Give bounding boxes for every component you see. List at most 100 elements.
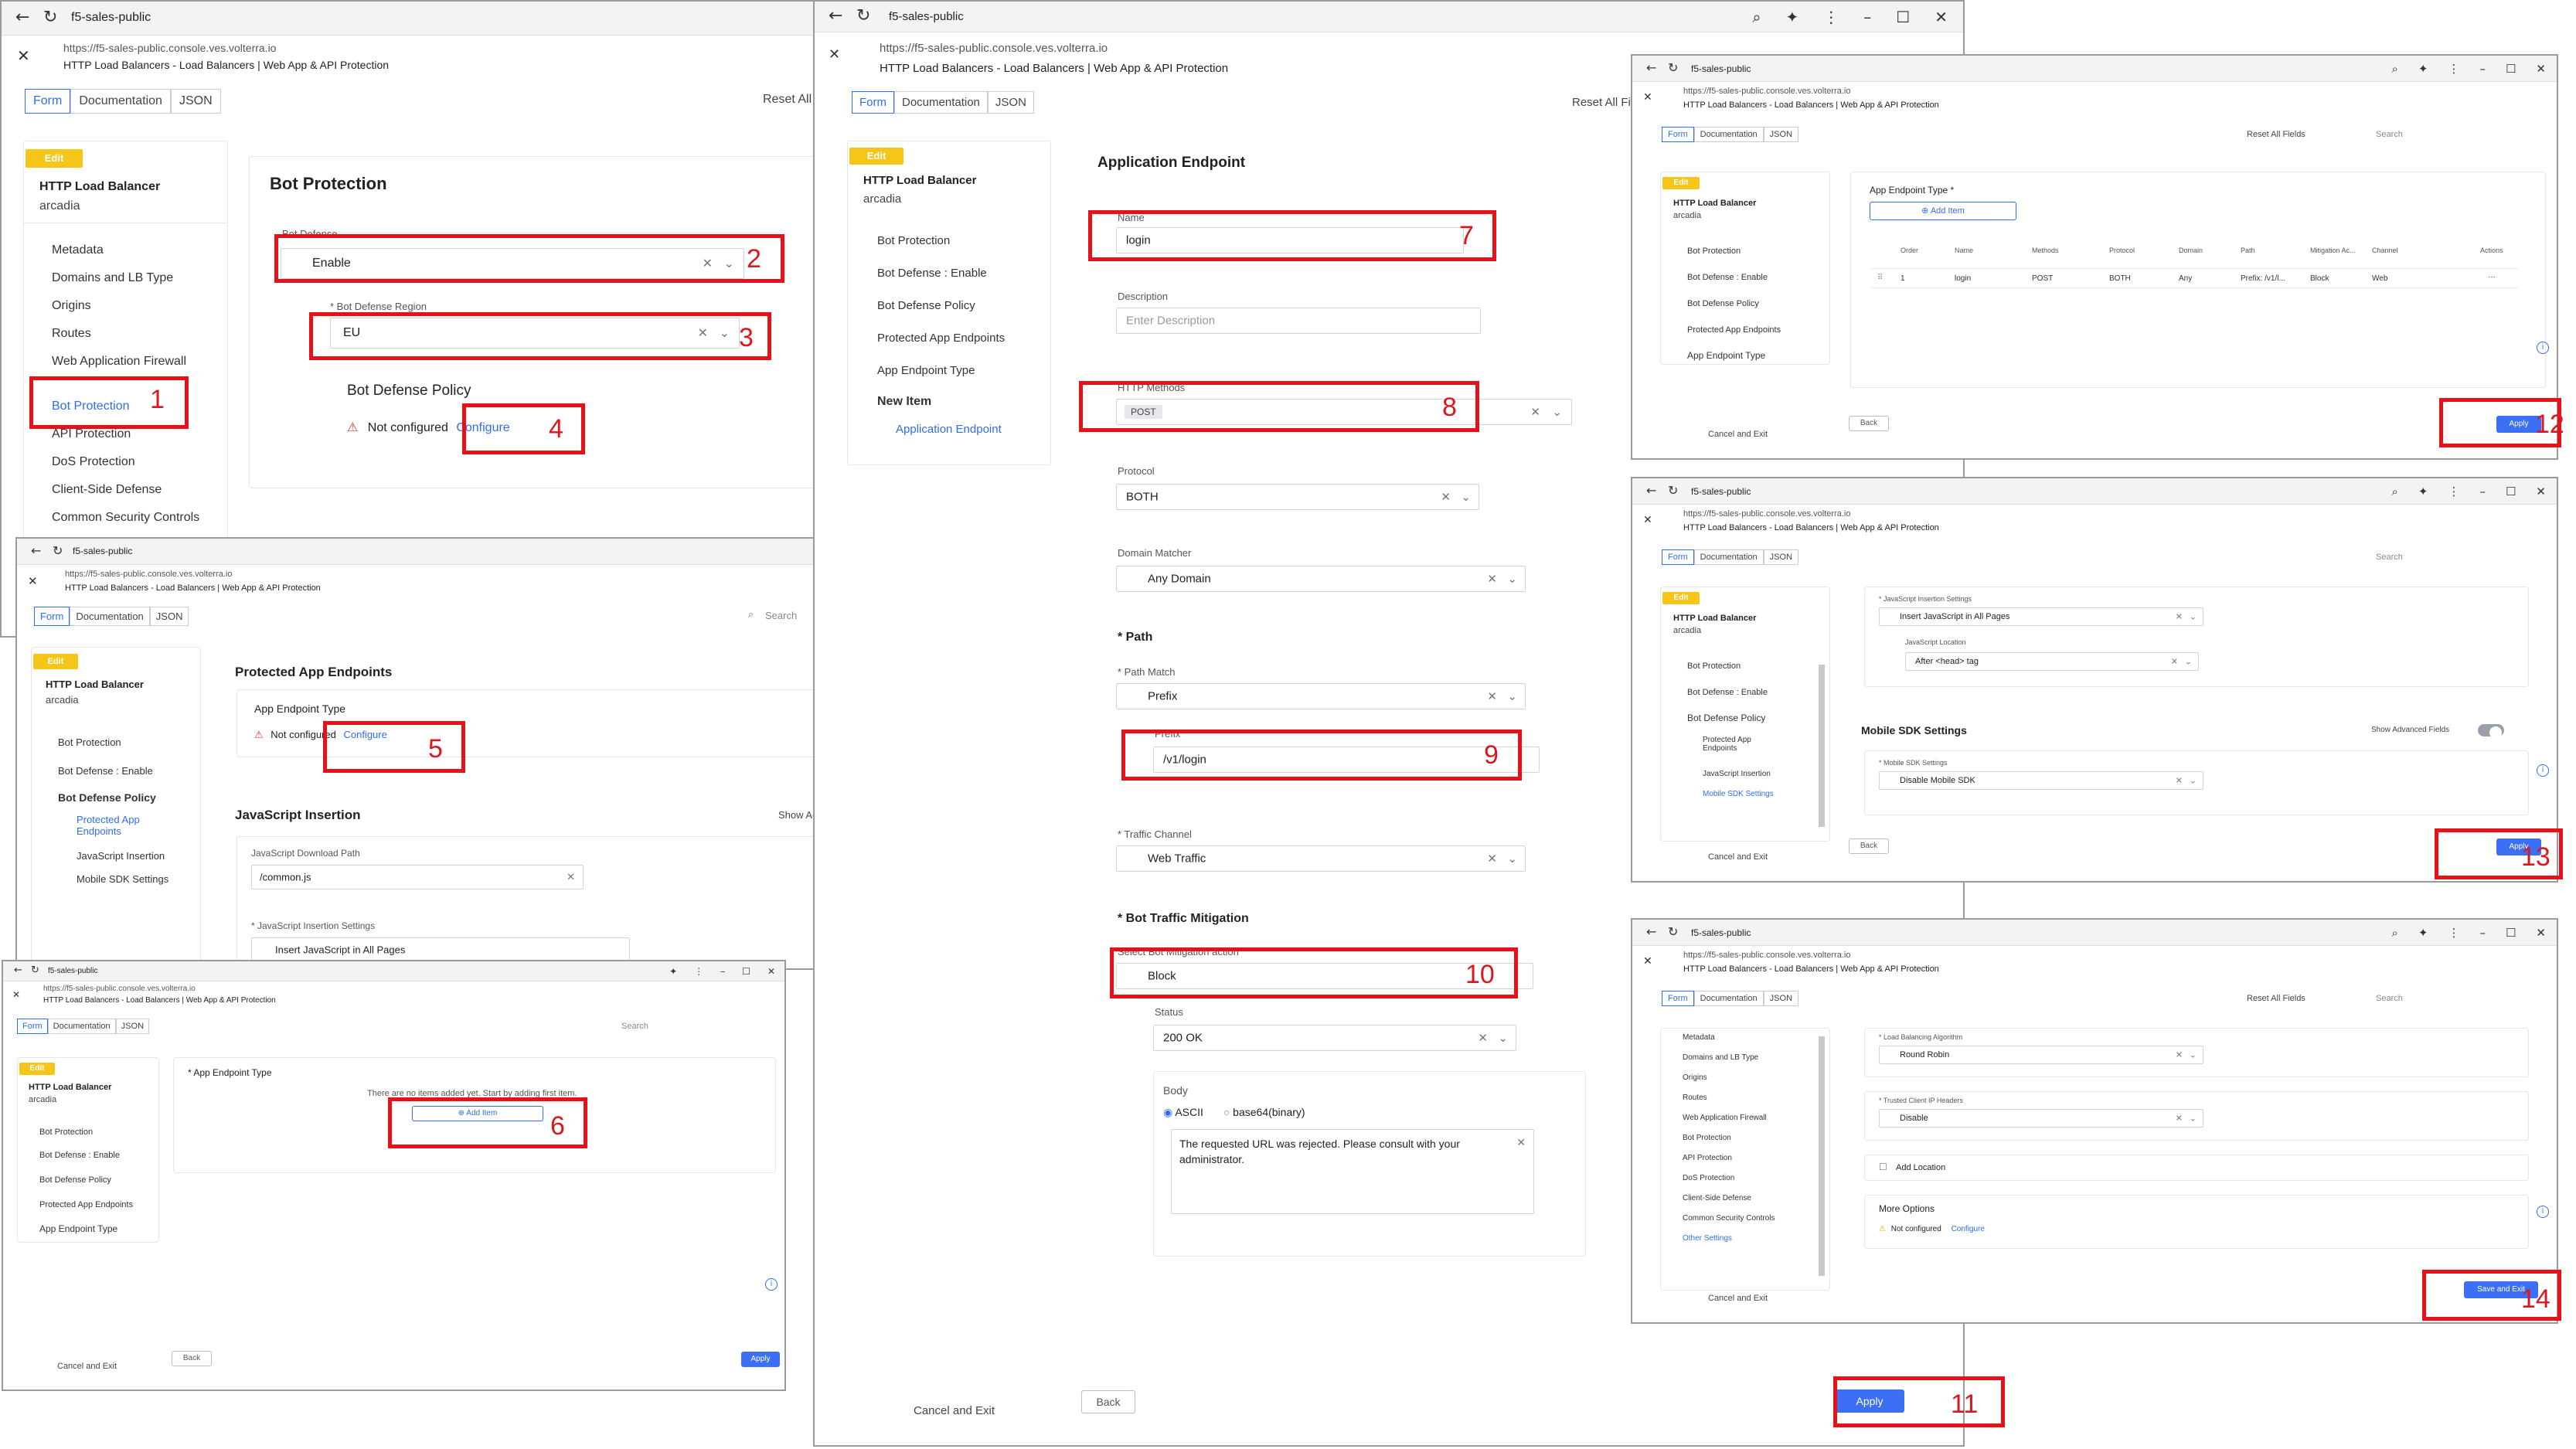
cancel-exit-button[interactable]: Cancel and Exit	[1708, 430, 1768, 439]
maximize-icon[interactable]: ☐	[1896, 8, 1910, 26]
sidebar-item-protected-endpoints[interactable]: Protected App Endpoints	[1703, 736, 1780, 753]
help-icon[interactable]: i	[2537, 1206, 2549, 1218]
chevron-down-icon[interactable]: ⌄	[720, 325, 730, 341]
tab-form[interactable]: Form	[852, 91, 894, 114]
sidebar-item-other-settings[interactable]: Other Settings	[1683, 1234, 1732, 1243]
sidebar-item-bot-defense-policy[interactable]: Bot Defense Policy	[1687, 299, 1759, 308]
chevron-down-icon[interactable]: ⌄	[1552, 405, 1562, 419]
sidebar-item-app-endpoint-type[interactable]: App Endpoint Type	[39, 1223, 117, 1234]
help-icon[interactable]: i	[2537, 764, 2549, 777]
tab-json[interactable]: JSON	[1763, 991, 1799, 1006]
sidebar-scrollbar[interactable]	[1819, 665, 1825, 827]
close-window-icon[interactable]: ✕	[2536, 926, 2546, 940]
bot-defense-select[interactable]: Enable ✕ ⌄	[281, 248, 744, 279]
search-icon[interactable]: ⌕	[2391, 926, 2397, 940]
sidebar-item-bot-defense[interactable]: Bot Defense : Enable	[58, 765, 153, 777]
maximize-icon[interactable]: ☐	[2506, 926, 2516, 940]
chevron-down-icon[interactable]: ⌄	[2190, 612, 2197, 622]
trusted-ip-select[interactable]: Disable ✕ ⌄	[1879, 1109, 2203, 1128]
sidebar-item-bot-protection[interactable]: Bot Protection	[58, 736, 121, 748]
sidebar-item-application-endpoint[interactable]: Application Endpoint	[896, 423, 1002, 436]
tab-documentation[interactable]: Documentation	[1693, 991, 1764, 1006]
back-icon[interactable]: ←	[14, 964, 22, 976]
chevron-down-icon[interactable]: ⌄	[1507, 689, 1517, 703]
sidebar-item-protected-endpoints[interactable]: Protected App Endpoints	[877, 332, 1005, 345]
sidebar-item-bot-protection[interactable]: Bot Protection	[1683, 1134, 1731, 1142]
menu-icon[interactable]: ⋮	[1823, 8, 1839, 26]
sidebar-item-bot-protection[interactable]: Bot Protection	[52, 400, 130, 413]
clear-icon[interactable]: ✕	[2176, 1050, 2183, 1060]
table-row[interactable]: ⠿ 1 login POST BOTH Any Prefix: /v1/l...…	[1870, 268, 2519, 288]
back-button[interactable]: Back	[172, 1351, 212, 1366]
chevron-down-icon[interactable]: ⌄	[2190, 776, 2197, 786]
tab-json[interactable]: JSON	[1763, 127, 1799, 142]
sidebar-item-origins[interactable]: Origins	[52, 299, 91, 313]
description-input[interactable]: Enter Description	[1116, 308, 1481, 334]
back-button[interactable]: Back	[1849, 416, 1889, 431]
url-text[interactable]: https://f5-sales-public.console.ves.volt…	[880, 42, 1108, 55]
tab-form[interactable]: Form	[1662, 127, 1694, 142]
sidebar-item-bot-defense-policy[interactable]: Bot Defense Policy	[58, 791, 156, 804]
sidebar-item-client-side[interactable]: Client-Side Defense	[52, 483, 162, 497]
sidebar-item-app-endpoint-type[interactable]: App Endpoint Type	[1687, 350, 1765, 361]
js-settings-select[interactable]: Insert JavaScript in All Pages	[251, 937, 630, 962]
search-input[interactable]: Search	[621, 1022, 648, 1031]
tab-json[interactable]: JSON	[1763, 549, 1799, 565]
cancel-exit-button[interactable]: Cancel and Exit	[1708, 852, 1768, 862]
reload-icon[interactable]: ↻	[1668, 483, 1678, 498]
sidebar-item-client-side[interactable]: Client-Side Defense	[1683, 1194, 1751, 1202]
maximize-icon[interactable]: ☐	[2506, 62, 2516, 76]
tab-json[interactable]: JSON	[115, 1019, 150, 1034]
clear-icon[interactable]: ✕	[2176, 1114, 2183, 1124]
radio-base64-label[interactable]: base64(binary)	[1233, 1106, 1305, 1118]
chevron-down-icon[interactable]: ⌄	[724, 256, 734, 271]
radio-base64-icon[interactable]: ○	[1223, 1106, 1230, 1118]
back-icon[interactable]: ←	[1646, 60, 1656, 75]
configure-link[interactable]: Configure	[1952, 1225, 1985, 1233]
apply-button[interactable]: Apply	[741, 1352, 780, 1367]
clear-icon[interactable]: ✕	[1487, 689, 1497, 703]
tab-documentation[interactable]: Documentation	[47, 1019, 116, 1034]
search-icon[interactable]: ⌕	[2391, 485, 2397, 498]
tab-json[interactable]: JSON	[149, 607, 189, 626]
close-icon[interactable]: ✕	[829, 46, 840, 63]
extensions-icon[interactable]: ✦	[669, 966, 677, 977]
chevron-down-icon[interactable]: ⌄	[1507, 852, 1517, 866]
sidebar-scrollbar[interactable]	[1819, 1036, 1825, 1276]
search-input[interactable]: Search	[765, 610, 797, 621]
menu-icon[interactable]: ⋮	[2448, 485, 2459, 498]
back-button[interactable]: Back	[1081, 1390, 1135, 1413]
help-icon[interactable]: i	[2537, 342, 2549, 354]
region-select[interactable]: EU ✕ ⌄	[330, 318, 740, 349]
sidebar-item-protected-endpoints[interactable]: Protected App Endpoints	[39, 1200, 133, 1209]
chevron-down-icon[interactable]: ⌄	[2190, 1050, 2197, 1060]
sidebar-item-domains[interactable]: Domains and LB Type	[1683, 1053, 1758, 1062]
status-select[interactable]: 200 OK ✕ ⌄	[1153, 1025, 1516, 1051]
search-input[interactable]: Search	[2376, 994, 2403, 1003]
clear-icon[interactable]: ✕	[1487, 852, 1497, 866]
name-input[interactable]: login	[1116, 227, 1464, 253]
tab-form[interactable]: Form	[1662, 549, 1694, 565]
apply-button[interactable]: Apply	[1835, 1389, 1904, 1413]
search-icon[interactable]: ⌕	[1752, 8, 1761, 26]
chevron-down-icon[interactable]: ⌄	[1498, 1031, 1508, 1045]
sidebar-item-waf[interactable]: Web Application Firewall	[1683, 1114, 1767, 1122]
back-icon[interactable]: ←	[1646, 924, 1656, 939]
mobile-sdk-select[interactable]: Disable Mobile SDK ✕ ⌄	[1879, 771, 2203, 790]
clear-icon[interactable]: ✕	[2171, 657, 2178, 667]
close-icon[interactable]: ✕	[1643, 514, 1652, 526]
menu-icon[interactable]: ⋮	[2448, 62, 2459, 76]
chevron-down-icon[interactable]: ⌄	[1461, 490, 1471, 504]
search-icon[interactable]: ⌕	[748, 608, 754, 621]
clear-icon[interactable]: ✕	[2176, 612, 2183, 622]
chevron-down-icon[interactable]: ⌄	[2185, 657, 2192, 667]
search-icon[interactable]: ⌕	[2391, 62, 2397, 76]
chevron-down-icon[interactable]: ⌄	[2190, 1114, 2197, 1124]
sidebar-item-bot-protection[interactable]: Bot Protection	[1687, 662, 1741, 671]
tab-json[interactable]: JSON	[170, 89, 221, 114]
extensions-icon[interactable]: ✦	[2418, 62, 2428, 76]
clear-icon[interactable]: ✕	[1530, 405, 1540, 419]
clear-icon[interactable]: ✕	[1441, 490, 1451, 504]
url-text[interactable]: https://f5-sales-public.console.ves.volt…	[65, 570, 232, 579]
back-icon[interactable]: ←	[1646, 483, 1656, 498]
